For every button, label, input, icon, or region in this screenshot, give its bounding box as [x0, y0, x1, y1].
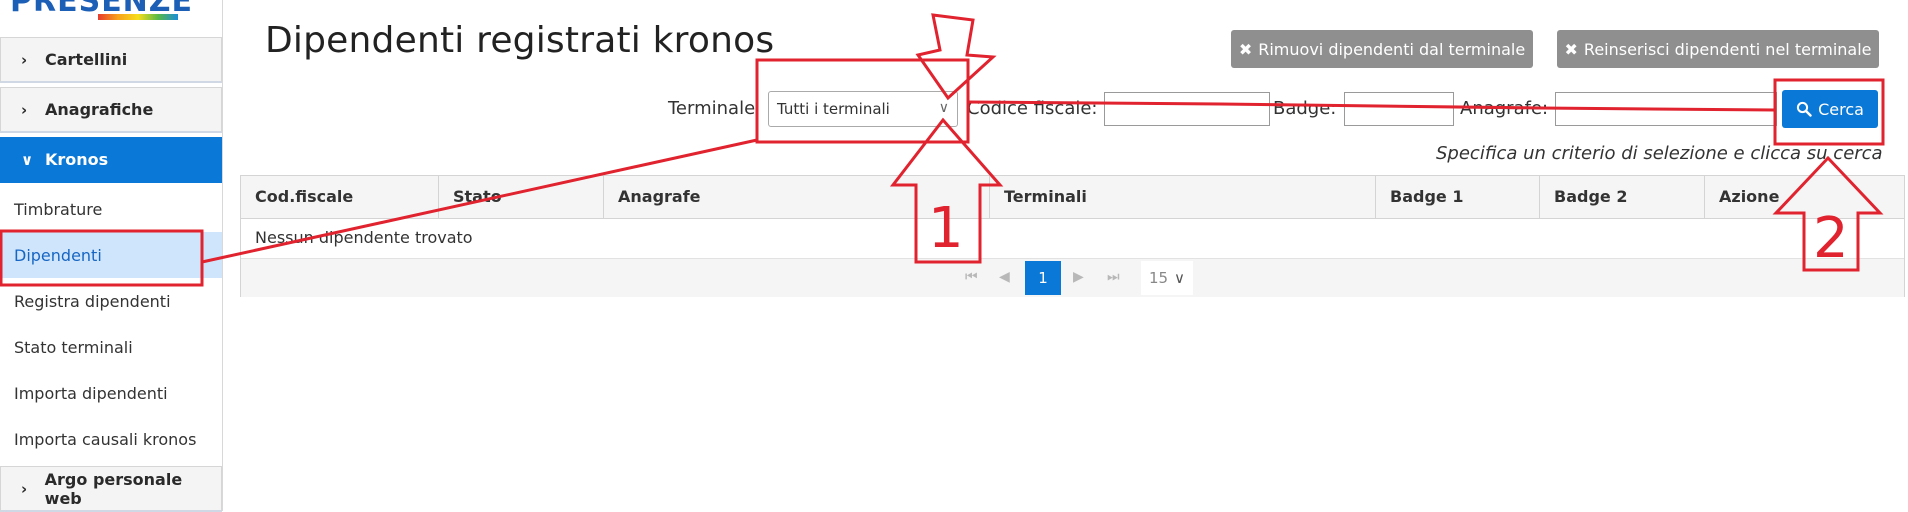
badge-label: Badge: — [1273, 98, 1337, 119]
column-header[interactable]: Stato — [439, 176, 604, 218]
anagrafe-input[interactable] — [1555, 92, 1777, 126]
table-header: Cod.fiscale Stato Anagrafe Terminali Bad… — [241, 176, 1904, 219]
chevron-right-icon: › — [21, 479, 28, 498]
sidebar-item-label: Dipendenti — [14, 245, 102, 265]
close-icon: ✖ — [1564, 39, 1578, 59]
last-page-icon[interactable]: ⏭ — [1107, 269, 1120, 285]
badge-input[interactable] — [1344, 92, 1454, 126]
down-arrow-shape — [915, 13, 997, 101]
sidebar-item-importa-causali[interactable]: Importa causali kronos — [0, 416, 222, 462]
first-page-icon[interactable]: ⏮ — [965, 269, 978, 285]
codice-fiscale-input[interactable] — [1104, 92, 1270, 126]
search-hint: Specifica un criterio di selezione e cli… — [1436, 143, 1883, 164]
chevron-down-icon: ∨ — [938, 100, 949, 116]
column-header[interactable]: Azione — [1705, 176, 1904, 218]
terminale-select[interactable]: Tutti i terminali ∨ — [768, 91, 958, 127]
chevron-right-icon: › — [21, 100, 28, 119]
button-label: Rimuovi dipendenti dal terminale — [1258, 39, 1526, 59]
sidebar-item-label: Timbrature — [14, 199, 103, 219]
chevron-right-icon: › — [21, 50, 28, 69]
column-header[interactable]: Terminali — [990, 176, 1376, 218]
nav-group-kronos[interactable]: ∨ Kronos — [0, 137, 222, 183]
button-label: Reinserisci dipendenti nel terminale — [1583, 39, 1872, 59]
nav-group-anagrafiche[interactable]: › Anagrafiche — [0, 87, 222, 133]
logo-color-bar — [98, 14, 178, 20]
sidebar-item-label: Stato terminali — [14, 337, 133, 357]
sidebar-item-label: Importa causali kronos — [14, 429, 197, 449]
chevron-down-icon: ∨ — [21, 150, 34, 169]
page-title: Dipendenti registrati kronos — [265, 20, 775, 61]
button-label: Cerca — [1818, 99, 1864, 119]
sidebar-item-label: Importa dipendenti — [14, 383, 168, 403]
next-page-icon[interactable]: ▶ — [1073, 269, 1084, 285]
close-icon: ✖ — [1238, 39, 1253, 59]
select-value: Tutti i terminali — [777, 100, 890, 118]
prev-page-icon[interactable]: ◀ — [999, 269, 1010, 285]
employees-table: Cod.fiscale Stato Anagrafe Terminali Bad… — [240, 175, 1905, 297]
anagrafe-label: Anagrafe: — [1460, 98, 1549, 119]
column-header[interactable]: Badge 1 — [1376, 176, 1540, 218]
sidebar-item-importa-dipendenti[interactable]: Importa dipendenti — [0, 370, 222, 416]
nav-group-label: Anagrafiche — [45, 100, 154, 119]
column-header[interactable]: Badge 2 — [1540, 176, 1705, 218]
pager: ⏮ ◀ 1 ▶ ⏭ 15 ∨ — [241, 258, 1904, 297]
search-button[interactable]: Cerca — [1782, 90, 1878, 128]
sidebar-item-label: Registra dipendenti — [14, 291, 171, 311]
column-header[interactable]: Cod.fiscale — [241, 176, 439, 218]
nav-group-argo-personale-web[interactable]: › Argo personale web — [0, 466, 222, 512]
codice-fiscale-label: Codice fiscale: — [967, 98, 1098, 119]
sidebar-item-registra-dipendenti[interactable]: Registra dipendenti — [0, 278, 222, 324]
nav-group-cartellini[interactable]: › Cartellini — [0, 37, 222, 83]
current-page-button[interactable]: 1 — [1025, 261, 1061, 295]
page-size-select[interactable]: 15 ∨ — [1141, 261, 1193, 295]
search-icon — [1796, 101, 1812, 117]
page-size-value: 15 — [1148, 269, 1169, 287]
remove-from-terminal-button[interactable]: ✖ Rimuovi dipendenti dal terminale — [1231, 30, 1533, 68]
sidebar-item-dipendenti[interactable]: Dipendenti — [0, 232, 222, 278]
column-header[interactable]: Anagrafe — [604, 176, 990, 218]
sidebar-item-timbrature[interactable]: Timbrature — [0, 186, 222, 232]
reinsert-into-terminal-button[interactable]: ✖ Reinserisci dipendenti nel terminale — [1557, 30, 1879, 68]
nav-group-label: Kronos — [45, 150, 109, 169]
chevron-down-icon: ∨ — [1174, 269, 1186, 287]
empty-message: Nessun dipendente trovato — [255, 228, 473, 247]
sidebar: PRESENZE › Cartellini › Anagrafiche ∨ Kr… — [0, 0, 223, 512]
sidebar-item-stato-terminali[interactable]: Stato terminali — [0, 324, 222, 370]
nav-group-label: Argo personale web — [44, 469, 183, 508]
app-logo: PRESENZE — [0, 0, 222, 36]
nav-group-label: Cartellini — [45, 50, 128, 69]
terminale-label: Terminale — [668, 98, 756, 119]
